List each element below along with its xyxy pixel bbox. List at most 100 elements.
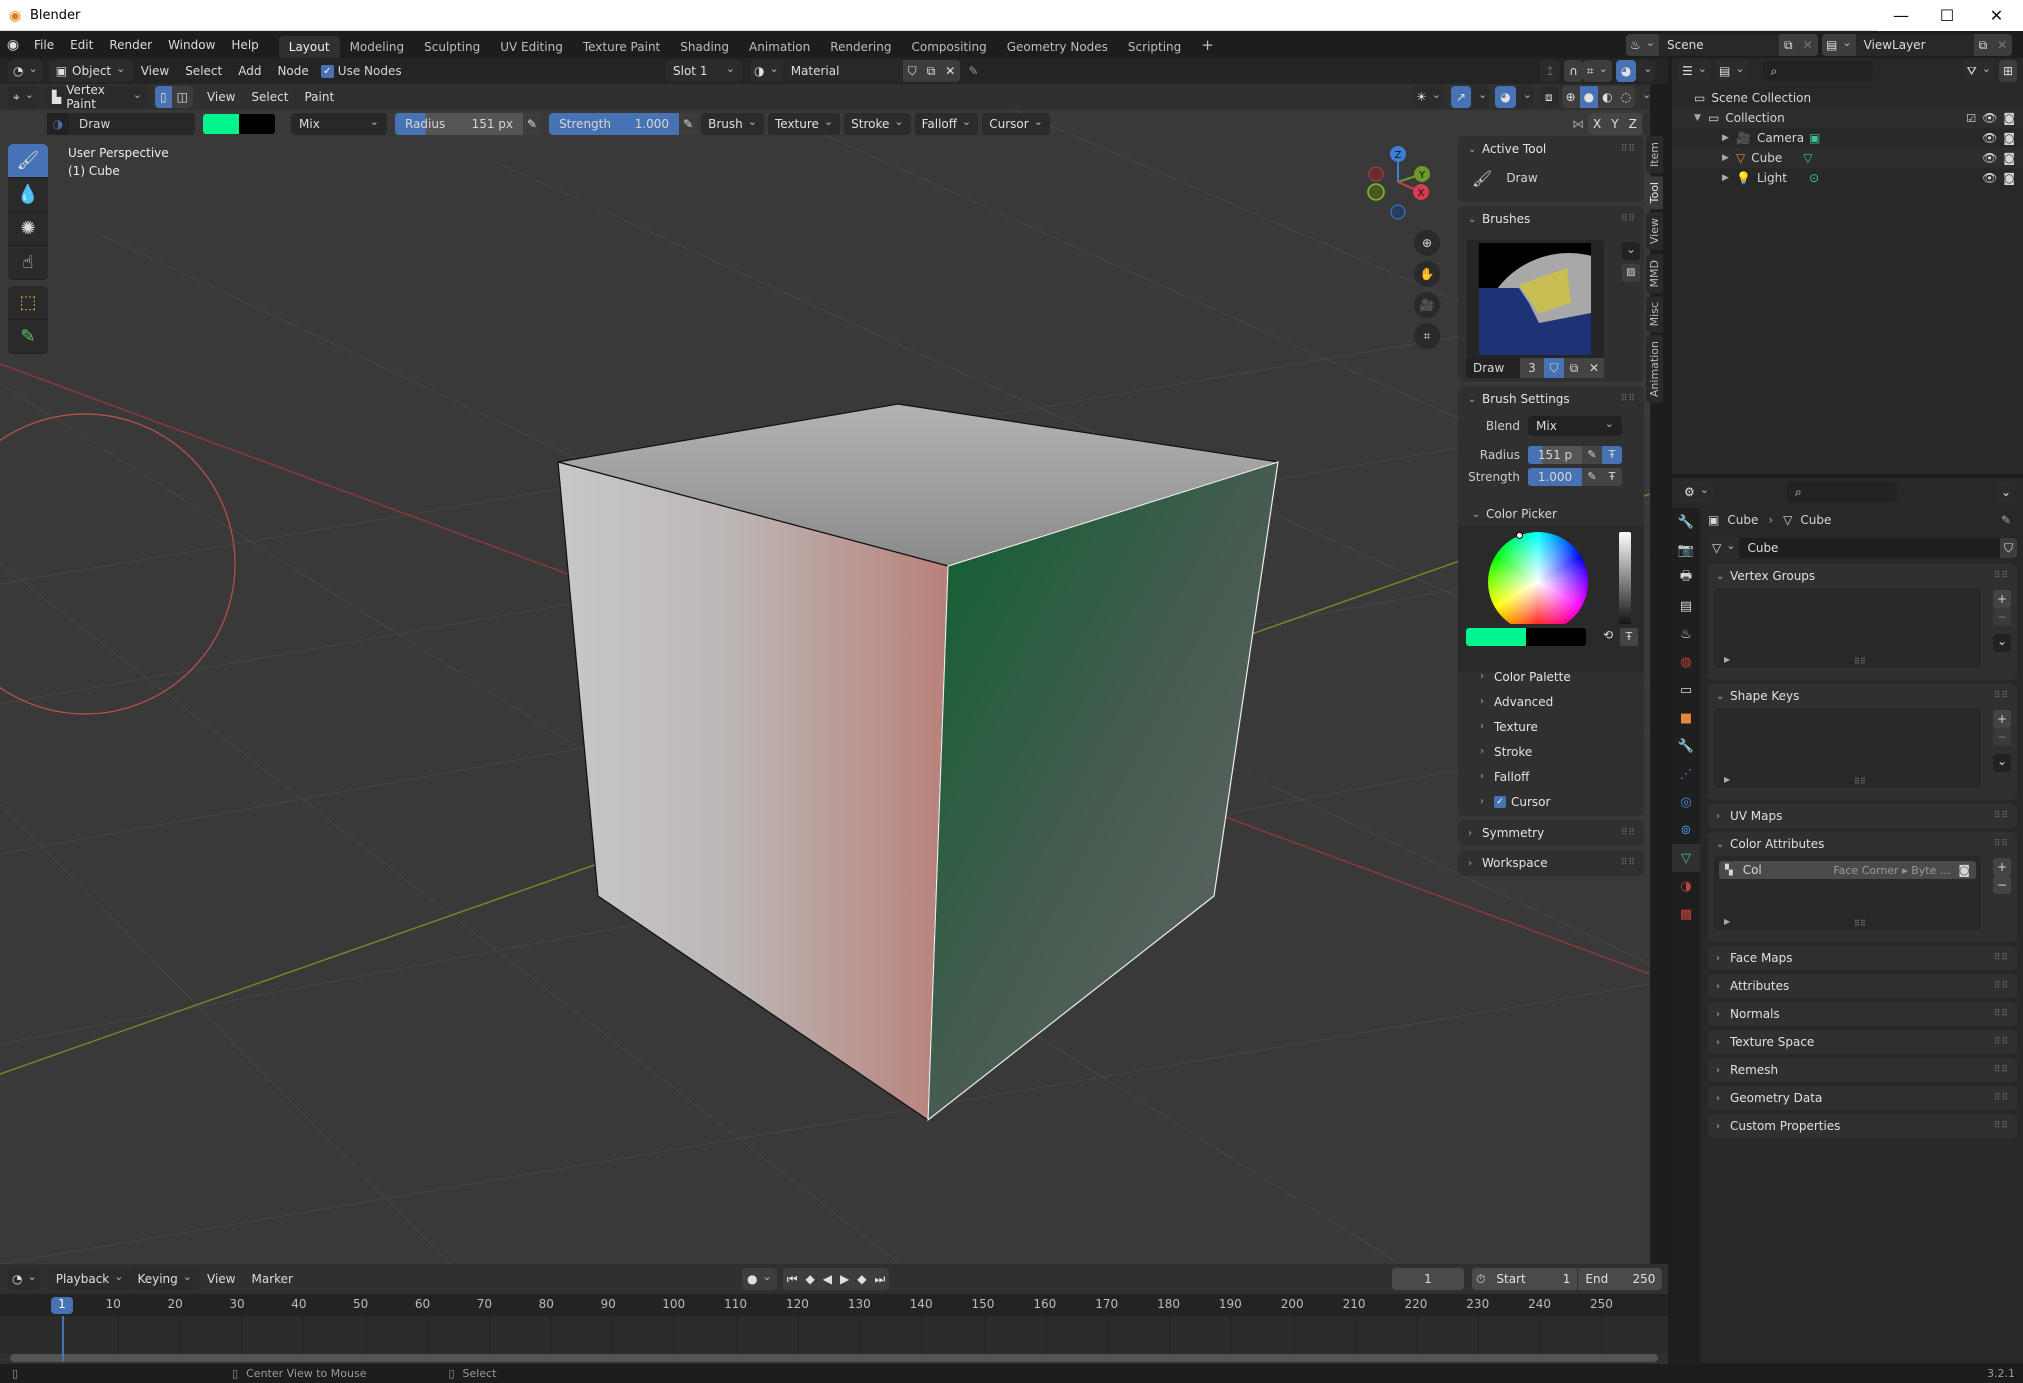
playback-menu[interactable]: Playback xyxy=(48,1268,131,1290)
sidebar-tab-misc[interactable]: Misc xyxy=(1646,295,1663,333)
geometry-data-header[interactable]: › Geometry Data ⠿⠿ xyxy=(1708,1086,2017,1110)
playhead-line[interactable] xyxy=(62,1316,64,1362)
rendered-shading-icon[interactable]: ◌ xyxy=(1616,86,1636,108)
outliner-editor-type-icon[interactable]: ☰ xyxy=(1678,60,1711,82)
tab-texture-paint[interactable]: Texture Paint xyxy=(573,36,670,58)
pin-icon[interactable]: ✎ xyxy=(2001,513,2011,527)
custom-properties-header[interactable]: › Custom Properties ⠿⠿ xyxy=(1708,1114,2017,1138)
tab-rendering[interactable]: Rendering xyxy=(820,36,901,58)
subpanel-advanced[interactable]: › Advanced xyxy=(1458,689,1644,714)
menu-add[interactable]: Add xyxy=(230,64,269,78)
selectability-icon[interactable]: ☀ xyxy=(1412,86,1445,108)
sidebar-tab-mmd[interactable]: MMD xyxy=(1646,253,1663,293)
view-layer-name-field[interactable]: ViewLayer xyxy=(1855,34,1974,56)
current-frame-marker[interactable]: 1 xyxy=(51,1297,73,1314)
tab-geometry-nodes[interactable]: Geometry Nodes xyxy=(997,36,1118,58)
brush-radius-field[interactable]: 151 p xyxy=(1528,446,1582,464)
preview-range-icon[interactable]: ⏱ xyxy=(1472,1268,1490,1290)
filter-icon[interactable]: ⛛ xyxy=(1962,60,1995,82)
outliner-item[interactable]: ▶ ▽ Cube ▽ 👁 ◙ xyxy=(1672,148,2023,168)
collection-properties-tab[interactable]: ▭ xyxy=(1672,676,1700,704)
new-view-layer-icon[interactable]: ⧉ xyxy=(1973,34,1993,56)
overlays-icon[interactable]: ◕ xyxy=(1615,60,1637,82)
radius-slider[interactable]: Radius 151 px xyxy=(395,113,523,135)
mode-dropdown[interactable]: ▙ Vertex Paint xyxy=(44,84,149,111)
jump-start-icon[interactable]: ⏮ xyxy=(782,1268,802,1290)
tab-modeling[interactable]: Modeling xyxy=(340,36,415,58)
add-color-attribute-button[interactable]: + xyxy=(1993,858,2011,876)
properties-options-dropdown[interactable]: ⌄ xyxy=(1996,481,2015,503)
brush-strength-unified-icon[interactable]: Ŧ xyxy=(1602,468,1622,486)
object-properties-tab[interactable]: ■ xyxy=(1672,704,1700,732)
unified-color-icon[interactable]: Ŧ xyxy=(1620,628,1638,646)
subpanel-texture[interactable]: › Texture xyxy=(1458,714,1644,739)
marker-menu[interactable]: Marker xyxy=(243,1272,300,1286)
color-picker-header[interactable]: ⌄ Color Picker xyxy=(1472,504,1557,524)
brush-list-dropdown-icon[interactable]: ⌄ xyxy=(1622,242,1640,260)
brush-image-icon[interactable]: ▨ xyxy=(1622,264,1640,282)
constraints-properties-tab[interactable]: ⊚ xyxy=(1672,816,1700,844)
maximize-button[interactable]: ☐ xyxy=(1924,0,1970,31)
fake-user-shield-icon[interactable]: ⛉ xyxy=(902,60,922,82)
material-icon[interactable]: ◑ xyxy=(750,60,783,82)
render-color-icon[interactable]: ◙ xyxy=(1958,863,1970,877)
visibility-eye-icon[interactable]: 👁 xyxy=(1982,171,1997,185)
brush-fake-user-icon[interactable]: ⛉ xyxy=(1544,358,1564,378)
brush-blend-dropdown[interactable]: Mix xyxy=(1528,416,1622,436)
material-name-field[interactable]: Material xyxy=(782,60,903,82)
vp-menu-paint[interactable]: Paint xyxy=(296,90,342,104)
strength-slider[interactable]: Strength 1.000 xyxy=(549,113,680,135)
outliner-scene-collection[interactable]: ▭ Scene Collection xyxy=(1672,88,2023,108)
blender-menu-icon[interactable]: ◉ xyxy=(0,37,26,53)
stroke-popover[interactable]: Stroke xyxy=(844,113,911,135)
timeline-scrollbar[interactable] xyxy=(10,1354,1658,1362)
material-properties-tab[interactable]: ◑ xyxy=(1672,872,1700,900)
minimize-button[interactable]: — xyxy=(1878,0,1924,31)
annotate-tool-icon[interactable]: ✎ xyxy=(8,320,48,354)
blend-dropdown[interactable]: Mix xyxy=(291,113,387,135)
view-layer-properties-tab[interactable]: ▤ xyxy=(1672,592,1700,620)
menu-select[interactable]: Select xyxy=(177,64,230,78)
sidebar-tab-item[interactable]: Item xyxy=(1646,136,1663,174)
mesh-data-properties-tab[interactable]: ▽ xyxy=(1672,844,1700,872)
radius-pressure-icon[interactable]: ✎ xyxy=(523,113,542,135)
pan-hand-icon[interactable]: ✋ xyxy=(1414,261,1440,287)
perspective-toggle-icon[interactable]: ⌗ xyxy=(1414,323,1440,349)
tab-scripting[interactable]: Scripting xyxy=(1118,36,1191,58)
render-camera-icon[interactable]: ◙ xyxy=(2003,111,2015,125)
value-slider[interactable] xyxy=(1619,532,1631,632)
use-nodes-checkbox[interactable]: ✓ Use Nodes xyxy=(317,64,402,78)
snap-grid-icon[interactable]: ⌗ xyxy=(1582,60,1612,82)
brush-radius-pressure-icon[interactable]: ✎ xyxy=(1582,446,1602,464)
cursor-popover[interactable]: Cursor xyxy=(982,113,1050,135)
particles-properties-tab[interactable]: ⋰ xyxy=(1672,760,1700,788)
next-keyframe-icon[interactable]: ◆ xyxy=(853,1268,871,1290)
object-mode-dropdown[interactable]: ▣ Object xyxy=(48,60,133,82)
wireframe-shading-icon[interactable]: ⊕ xyxy=(1561,86,1580,108)
jump-end-icon[interactable]: ⏭ xyxy=(870,1268,890,1290)
keying-menu[interactable]: Keying xyxy=(130,1268,199,1290)
expand-icon[interactable]: ▼ xyxy=(1694,113,1708,123)
3d-viewport[interactable]: ⌖ ▙ Vertex Paint ▯ ◫ View Select Paint ☀ … xyxy=(0,84,1650,1264)
subpanel-falloff[interactable]: › Falloff xyxy=(1458,764,1644,789)
strength-pressure-icon[interactable]: ✎ xyxy=(679,113,698,135)
vertex-groups-header[interactable]: ⌄ Vertex Groups ⠿⠿ xyxy=(1708,564,2017,588)
menu-help[interactable]: Help xyxy=(223,38,266,52)
shape-key-specials-button[interactable]: ⌄ xyxy=(1993,754,2011,772)
color-attribute-row[interactable]: ▚ Col Face Corner ▸ Byte ... ◙ xyxy=(1719,861,1976,879)
outliner-search-input[interactable]: ⌕ xyxy=(1762,61,1873,81)
shape-keys-list[interactable]: ▶ ⠿⠿ + − ⌄ xyxy=(1714,708,2011,788)
scene-name-field[interactable]: Scene xyxy=(1658,34,1779,56)
vertex-mask-toggle[interactable]: ◫ xyxy=(171,86,193,108)
sidebar-tab-animation[interactable]: Animation xyxy=(1646,335,1663,404)
new-collection-icon[interactable]: ⊞ xyxy=(1998,60,2017,82)
face-mask-toggle[interactable]: ▯ xyxy=(154,86,172,108)
properties-editor-type-icon[interactable]: ⚙ xyxy=(1680,481,1713,503)
viewport-overlays-dropdown[interactable] xyxy=(1515,86,1534,108)
navigation-gizmo[interactable]: Z Y X xyxy=(1360,140,1440,220)
new-scene-icon[interactable]: ⧉ xyxy=(1778,34,1798,56)
tab-compositing[interactable]: Compositing xyxy=(901,36,996,58)
end-frame-field[interactable]: End 250 xyxy=(1578,1268,1663,1290)
brush-datablock-name[interactable]: Draw xyxy=(1466,358,1520,378)
solid-shading-icon[interactable]: ● xyxy=(1579,86,1599,108)
